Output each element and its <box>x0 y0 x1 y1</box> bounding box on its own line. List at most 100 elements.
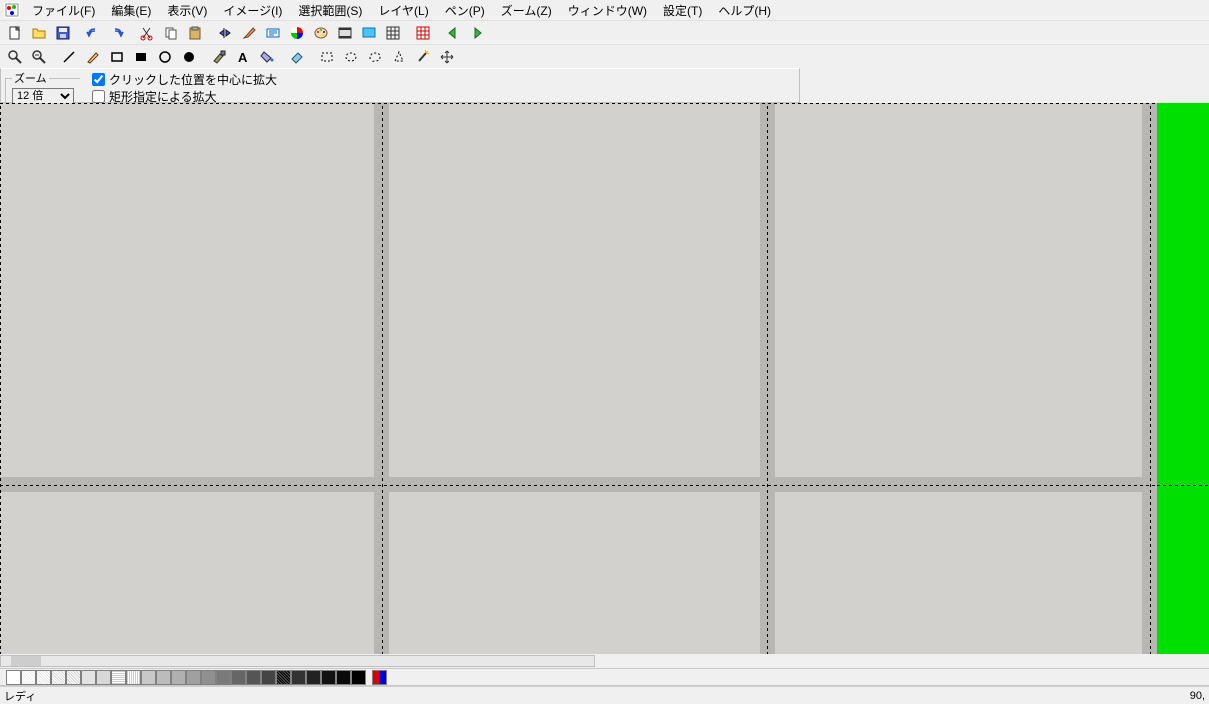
menu-file[interactable]: ファイル(F) <box>24 0 103 21</box>
pattern-swatch[interactable] <box>246 670 261 685</box>
select-poly-tool[interactable] <box>388 46 410 68</box>
pattern-swatch[interactable] <box>276 670 291 685</box>
zoom-out-tool[interactable] <box>28 46 50 68</box>
toolbar-separator <box>76 23 80 43</box>
menu-settings[interactable]: 設定(T) <box>655 0 710 21</box>
check-center-zoom-input[interactable] <box>92 73 105 86</box>
fill-circle-tool[interactable] <box>178 46 200 68</box>
pattern-swatch[interactable] <box>321 670 336 685</box>
text-button[interactable] <box>262 22 284 44</box>
grid-line <box>1150 103 1151 654</box>
grid-line <box>382 103 383 654</box>
green-strip <box>1157 103 1209 654</box>
pattern-swatch[interactable] <box>186 670 201 685</box>
options-bar: ズーム 12 倍 クリックした位置を中心に拡大 矩形指定による拡大 <box>0 68 800 103</box>
app-icon <box>4 2 20 18</box>
toolbar-separator <box>280 47 284 67</box>
move-tool[interactable] <box>436 46 458 68</box>
new-file-button[interactable] <box>4 22 26 44</box>
pattern-swatch[interactable] <box>171 670 186 685</box>
svg-text:A: A <box>238 50 248 65</box>
line-tool[interactable] <box>58 46 80 68</box>
pattern-swatch[interactable] <box>141 670 156 685</box>
flip-h-button[interactable] <box>214 22 236 44</box>
pattern-swatch[interactable] <box>36 670 51 685</box>
status-coords: 90, <box>1190 690 1205 702</box>
zoom-legend: ズーム <box>12 70 49 86</box>
pattern-swatch-black[interactable] <box>351 670 366 685</box>
save-button[interactable] <box>52 22 74 44</box>
menu-pen[interactable]: ペン(P) <box>437 0 493 21</box>
cut-button[interactable] <box>136 22 158 44</box>
menu-view[interactable]: 表示(V) <box>159 0 215 21</box>
prev-button[interactable] <box>442 22 464 44</box>
menu-help[interactable]: ヘルプ(H) <box>710 0 779 21</box>
pattern-swatch[interactable] <box>66 670 81 685</box>
toolbar-separator <box>436 23 440 43</box>
zoom-select[interactable]: 12 倍 <box>12 88 74 104</box>
scrollbar-thumb[interactable] <box>11 656 41 666</box>
next-button[interactable] <box>466 22 488 44</box>
toolbar-separator <box>406 23 410 43</box>
open-file-button[interactable] <box>28 22 50 44</box>
scroll-row <box>0 654 1209 668</box>
circle-tool[interactable] <box>154 46 176 68</box>
screen-button[interactable] <box>358 22 380 44</box>
grid-button[interactable] <box>412 22 434 44</box>
copy-button[interactable] <box>160 22 182 44</box>
brush-button[interactable] <box>238 22 260 44</box>
pattern-swatch[interactable] <box>231 670 246 685</box>
zoom-tool[interactable] <box>4 46 26 68</box>
status-ready: レディ <box>4 688 36 704</box>
pattern-swatch[interactable] <box>201 670 216 685</box>
grid-line <box>767 103 768 654</box>
select-rect-tool[interactable] <box>316 46 338 68</box>
pen-tool[interactable] <box>82 46 104 68</box>
color-swatch-current[interactable] <box>372 670 387 685</box>
menu-window[interactable]: ウィンドウ(W) <box>560 0 655 21</box>
text-tool[interactable]: A <box>232 46 254 68</box>
pattern-swatch[interactable] <box>96 670 111 685</box>
pattern-swatch[interactable] <box>81 670 96 685</box>
pattern-swatch[interactable] <box>306 670 321 685</box>
menu-bar: ファイル(F) 編集(E) 表示(V) イメージ(I) 選択範囲(S) レイヤ(… <box>0 0 1209 20</box>
horizontal-scrollbar[interactable] <box>0 655 595 667</box>
eraser-tool[interactable] <box>286 46 308 68</box>
undo-button[interactable] <box>82 22 104 44</box>
lasso-tool[interactable] <box>364 46 386 68</box>
film-button[interactable] <box>334 22 356 44</box>
pattern-swatch[interactable] <box>336 670 351 685</box>
pattern-swatch[interactable] <box>216 670 231 685</box>
magic-wand-tool[interactable] <box>412 46 434 68</box>
check-center-zoom[interactable]: クリックした位置を中心に拡大 <box>92 71 277 88</box>
layers-button[interactable] <box>382 22 404 44</box>
pattern-swatch[interactable] <box>291 670 306 685</box>
pattern-swatch[interactable] <box>6 670 21 685</box>
pattern-swatch[interactable] <box>51 670 66 685</box>
pattern-swatch[interactable] <box>261 670 276 685</box>
redo-button[interactable] <box>106 22 128 44</box>
canvas-area[interactable] <box>0 103 1209 654</box>
pattern-swatch[interactable] <box>111 670 126 685</box>
toolbar-separator <box>310 47 314 67</box>
menu-image[interactable]: イメージ(I) <box>215 0 290 21</box>
menu-layer[interactable]: レイヤ(L) <box>370 0 436 21</box>
toolbar-separator <box>202 47 206 67</box>
rect-tool[interactable] <box>106 46 128 68</box>
select-ellipse-tool[interactable] <box>340 46 362 68</box>
bucket-tool[interactable] <box>256 46 278 68</box>
menu-select[interactable]: 選択範囲(S) <box>290 0 370 21</box>
hammer-tool[interactable] <box>208 46 230 68</box>
menu-edit[interactable]: 編集(E) <box>103 0 159 21</box>
menu-zoom[interactable]: ズーム(Z) <box>493 0 560 21</box>
pattern-swatch[interactable] <box>156 670 171 685</box>
pattern-swatch[interactable] <box>21 670 36 685</box>
check-rect-zoom-input[interactable] <box>92 90 105 103</box>
paste-button[interactable] <box>184 22 206 44</box>
color-adjust-button[interactable] <box>286 22 308 44</box>
toolbar-separator <box>130 23 134 43</box>
fill-rect-tool[interactable] <box>130 46 152 68</box>
palette-button[interactable] <box>310 22 332 44</box>
pattern-swatch-row <box>0 668 1209 686</box>
pattern-swatch[interactable] <box>126 670 141 685</box>
